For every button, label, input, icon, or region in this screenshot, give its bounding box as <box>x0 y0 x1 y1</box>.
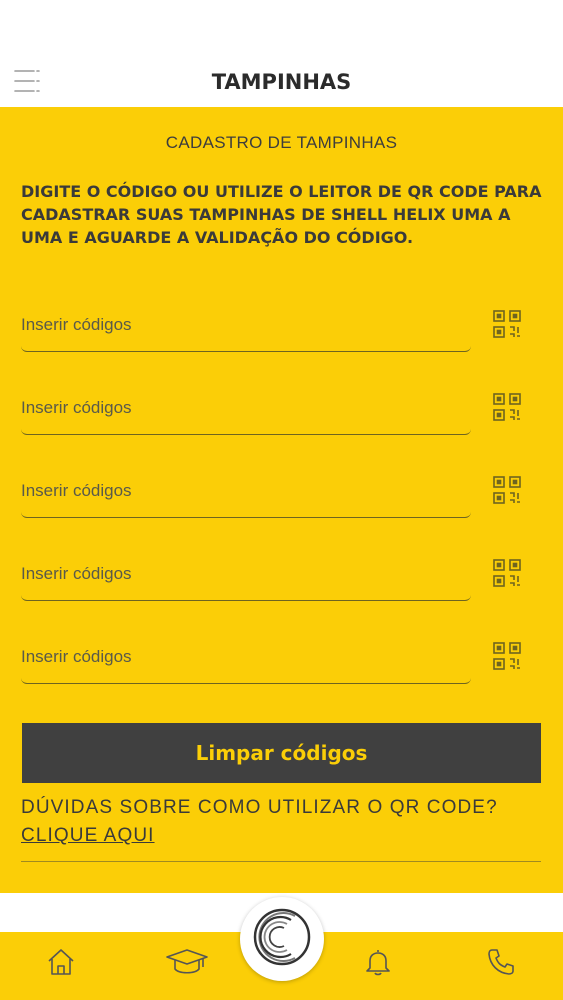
code-row-2 <box>21 388 541 448</box>
code-input-3[interactable] <box>21 471 471 518</box>
section-subtitle: CADASTRO DE TAMPINHAS <box>165 133 398 152</box>
home-icon <box>46 947 76 982</box>
center-scan-button[interactable] <box>240 897 324 981</box>
phone-icon <box>486 947 516 982</box>
page-title: TAMPINHAS <box>211 70 352 94</box>
qr-code-icon[interactable] <box>492 475 522 505</box>
code-row-1 <box>21 305 541 365</box>
instructions-text: DIGITE O CÓDIGO OU UTILIZE O LEITOR DE Q… <box>21 182 542 247</box>
code-input-2[interactable] <box>21 388 471 435</box>
tab-training[interactable] <box>165 944 209 984</box>
tab-home[interactable] <box>41 944 81 984</box>
faq-question: DÚVIDAS SOBRE COMO UTILIZAR O QR CODE? <box>21 797 498 818</box>
qr-code-icon[interactable] <box>492 309 522 339</box>
bell-icon <box>363 947 393 982</box>
main-panel: CADASTRO DE TAMPINHAS DIGITE O CÓDIGO OU… <box>0 107 563 893</box>
divider <box>21 861 541 862</box>
code-input-1[interactable] <box>21 305 471 352</box>
qr-code-icon[interactable] <box>492 392 522 422</box>
code-input-5[interactable] <box>21 637 471 684</box>
clear-codes-button[interactable]: Limpar códigos <box>22 723 541 783</box>
qr-code-icon[interactable] <box>492 558 522 588</box>
graduation-cap-icon <box>165 947 209 982</box>
code-row-5 <box>21 637 541 697</box>
tab-notifications[interactable] <box>358 944 398 984</box>
app-header: TAMPINHAS <box>0 0 563 107</box>
faq-link[interactable]: CLIQUE AQUI <box>21 825 155 847</box>
shell-helix-logo-icon <box>251 906 313 973</box>
code-row-3 <box>21 471 541 531</box>
qr-code-icon[interactable] <box>492 641 522 671</box>
tab-contact[interactable] <box>481 944 521 984</box>
code-input-4[interactable] <box>21 554 471 601</box>
code-row-4 <box>21 554 541 614</box>
